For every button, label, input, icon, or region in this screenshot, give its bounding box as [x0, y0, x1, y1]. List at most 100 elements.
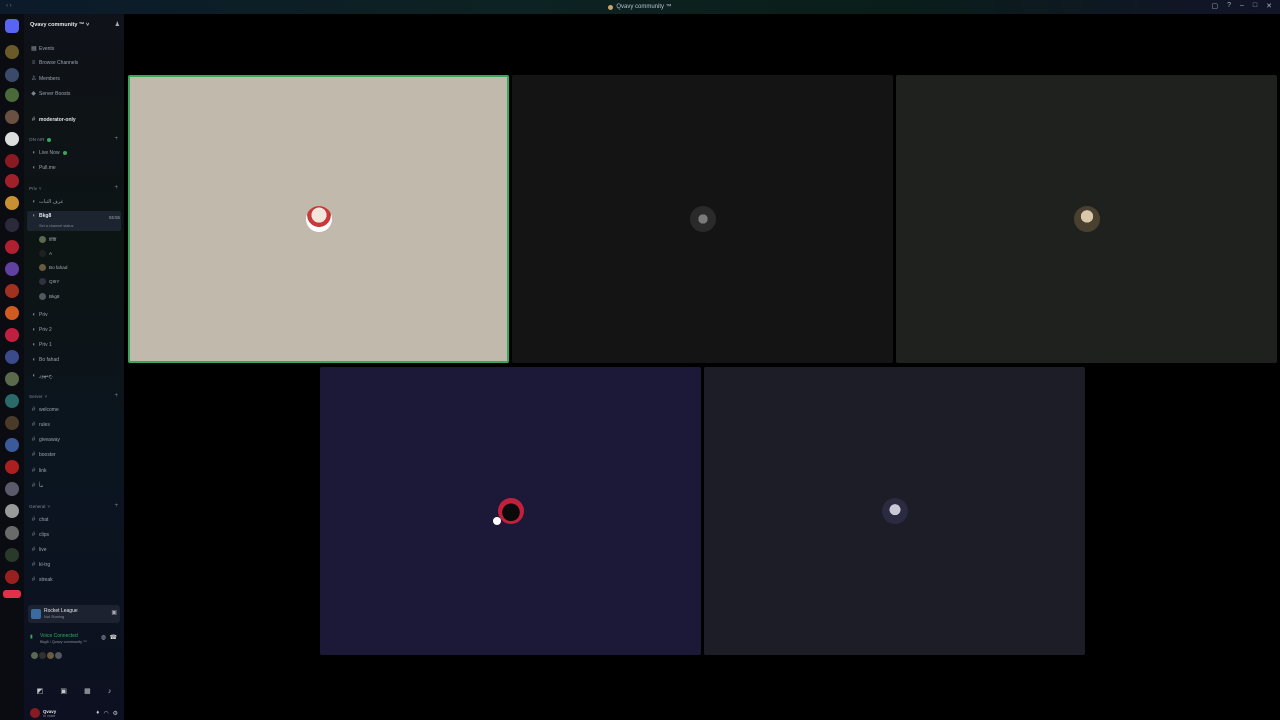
server-icon[interactable]: [5, 306, 19, 320]
server-icon[interactable]: [5, 372, 19, 386]
server-icon[interactable]: [5, 45, 19, 59]
participant-tile[interactable]: [512, 75, 893, 363]
chevron-down-icon: ˅: [47, 504, 51, 509]
server-icon[interactable]: [5, 394, 19, 408]
live-indicator: [62, 151, 67, 155]
voice-user[interactable]: Bkg8: [39, 293, 59, 300]
category-on-air[interactable]: ON AIR: [29, 137, 51, 142]
channel-kl-trg[interactable]: # kl-trg: [31, 562, 50, 568]
server-icon[interactable]: [5, 460, 19, 474]
channel-booster[interactable]: # booster: [31, 452, 56, 458]
voice-connected-panel: ▮ Voice Connected Bkg8 / Qvavy community…: [28, 631, 120, 679]
menu-server-boosts[interactable]: ◆ Server Boosts: [31, 90, 70, 98]
server-icon[interactable]: [5, 218, 19, 232]
activity-panel[interactable]: Rocket League Not Sharing ▣: [28, 605, 120, 623]
server-icon[interactable]: [5, 262, 19, 276]
channel-priv-arabic[interactable]: ◖ غرف الثبات: [31, 199, 63, 205]
add-channel-icon[interactable]: +: [114, 185, 118, 191]
server-icon[interactable]: [5, 68, 19, 82]
server-icon[interactable]: [5, 548, 19, 562]
add-channel-icon[interactable]: +: [114, 503, 118, 509]
channel-bo-fahad[interactable]: ◖ Bo fahad: [31, 357, 59, 363]
add-channel-icon[interactable]: +: [114, 136, 118, 142]
server-header[interactable]: Qvavy community ™ ˅: [30, 22, 89, 28]
close-button[interactable]: ✕: [1266, 2, 1272, 10]
channel-priv[interactable]: ◖ Priv: [31, 312, 48, 318]
server-icon[interactable]: [5, 196, 19, 210]
server-icon[interactable]: [5, 284, 19, 298]
category-general[interactable]: General ˅: [29, 504, 50, 509]
microphone-icon[interactable]: ♦: [96, 710, 99, 717]
category-priv[interactable]: Priv ˅: [29, 186, 42, 191]
user-info[interactable]: Qvavy In voice: [43, 709, 56, 718]
minimize-button[interactable]: –: [1240, 2, 1244, 10]
participant-tile[interactable]: [704, 367, 1085, 655]
channel-giveaway[interactable]: # giveaway: [31, 437, 60, 443]
noise-suppression-icon[interactable]: ◍: [101, 634, 106, 641]
server-icon[interactable]: [5, 482, 19, 496]
server-icon[interactable]: [5, 110, 19, 124]
participant-tile[interactable]: [128, 75, 509, 363]
calendar-icon: ▦: [31, 46, 37, 52]
voice-user[interactable]: ffffff: [39, 236, 56, 243]
server-icon[interactable]: [5, 132, 19, 146]
voice-user[interactable]: A: [39, 250, 52, 257]
channel-live-now[interactable]: ◖ Live Now: [31, 150, 67, 156]
disconnect-icon[interactable]: ☎: [110, 634, 117, 641]
channel-link[interactable]: # link: [31, 468, 47, 474]
voice-user[interactable]: Bo fahad: [39, 264, 67, 271]
hash-icon: #: [31, 577, 36, 583]
inbox-icon[interactable]: ▢: [1211, 2, 1218, 10]
channel-pull-me[interactable]: ◖ Pull.me: [31, 165, 56, 171]
screen-share-icon[interactable]: ▣: [60, 687, 67, 695]
channel-status-prompt[interactable]: Set a channel status: [39, 224, 73, 228]
menu-browse-channels[interactable]: ≡ Browse Channels: [31, 60, 78, 66]
hash-icon: #: [31, 562, 36, 568]
camera-icon[interactable]: ◩: [37, 687, 44, 695]
server-icon[interactable]: [5, 240, 19, 254]
menu-events[interactable]: ▦ Events: [31, 45, 54, 53]
user-avatar[interactable]: [30, 708, 40, 718]
server-icon[interactable]: [5, 350, 19, 364]
server-icon[interactable]: [5, 570, 19, 584]
add-friend-icon[interactable]: ♟: [115, 21, 120, 28]
channel-chat[interactable]: # chat: [31, 517, 49, 523]
server-icon[interactable]: [5, 88, 19, 102]
avatar: [55, 652, 62, 659]
soundboard-icon[interactable]: ♪: [108, 688, 112, 695]
screen-share-icon[interactable]: ▣: [111, 609, 117, 616]
settings-gear-icon[interactable]: ⚙: [113, 710, 118, 717]
channel-rules[interactable]: # rules: [31, 422, 50, 428]
voice-location[interactable]: Bkg8 / Qvavy community ™: [40, 640, 87, 644]
participant-tile[interactable]: [896, 75, 1277, 363]
chevron-down-icon: ˅: [85, 22, 90, 28]
channel-clips[interactable]: # clips: [31, 532, 49, 538]
channel-welcome[interactable]: # welcome: [31, 407, 59, 413]
server-icon[interactable]: [5, 504, 19, 518]
category-server[interactable]: Server ˅: [29, 394, 47, 399]
add-channel-icon[interactable]: +: [114, 393, 118, 399]
headphones-icon[interactable]: ◠: [103, 710, 108, 717]
maximize-button[interactable]: □: [1253, 2, 1257, 10]
server-icon[interactable]: [5, 438, 19, 452]
home-discord-icon[interactable]: [5, 19, 19, 33]
channel-bkg8[interactable]: ◖ Bkg8: [31, 213, 52, 219]
server-icon[interactable]: [5, 174, 19, 188]
back-forward-icons[interactable]: ‹ ›: [6, 3, 12, 9]
channel-moderator-only[interactable]: # moderator-only: [31, 117, 76, 123]
channel-priv-2[interactable]: ◖ Priv 2: [31, 327, 52, 333]
channel-priv-1[interactable]: ◖ Priv 1: [31, 342, 52, 348]
participant-tile[interactable]: [320, 367, 701, 655]
server-icon[interactable]: [5, 416, 19, 430]
channel-arabic-2[interactable]: ◖ ﺝﻣﻬﻭﺭ.: [31, 373, 54, 379]
voice-user[interactable]: QIIIY: [39, 278, 59, 285]
help-icon[interactable]: ?: [1227, 2, 1231, 10]
menu-members[interactable]: ♙ Members: [31, 75, 60, 83]
channel-arabic-3[interactable]: # نبأ: [31, 483, 44, 489]
channel-live[interactable]: # live: [31, 547, 47, 553]
server-icon[interactable]: [5, 328, 19, 342]
channel-streak[interactable]: # streak: [31, 577, 53, 583]
activities-icon[interactable]: ▦: [84, 687, 91, 695]
server-icon[interactable]: [5, 154, 19, 168]
server-icon[interactable]: [5, 526, 19, 540]
